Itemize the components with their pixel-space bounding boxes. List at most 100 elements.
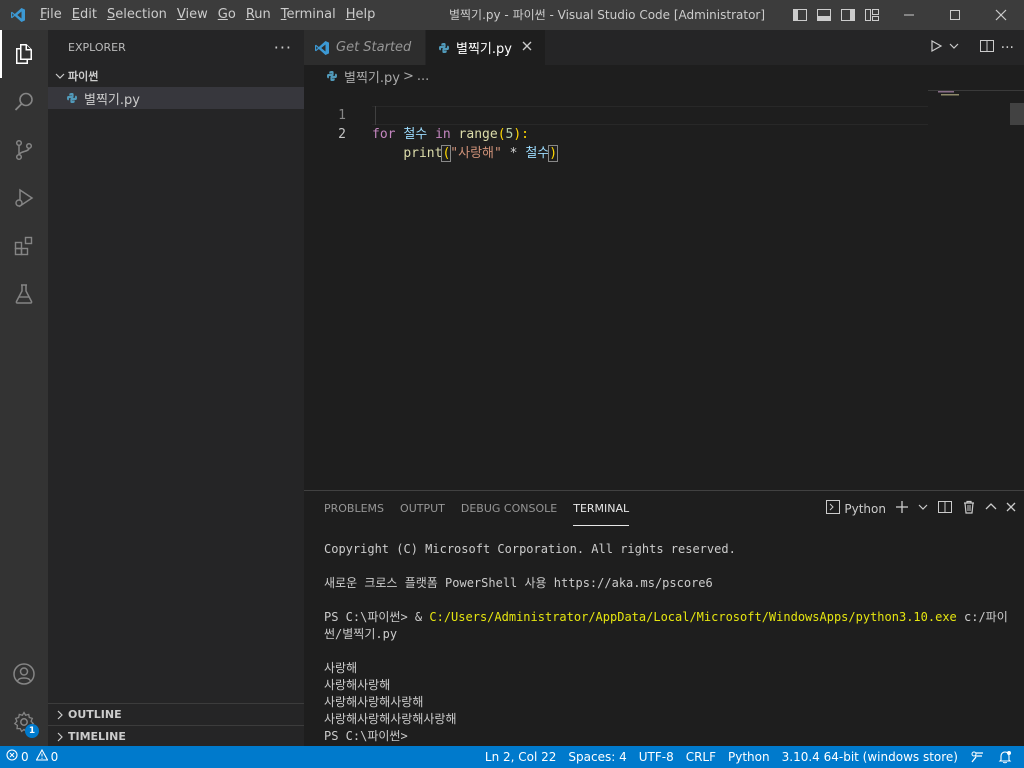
- close-tab-icon[interactable]: [522, 40, 532, 55]
- kill-terminal-trash-icon[interactable]: [962, 500, 976, 518]
- split-editor-icon[interactable]: [979, 38, 995, 58]
- chevron-right-icon: [52, 707, 68, 723]
- minimap[interactable]: [938, 87, 1010, 96]
- terminal-output-line: 사랑해사랑해사랑해: [324, 695, 424, 709]
- title-bar: File Edit Selection View Go Run Terminal…: [0, 0, 1024, 30]
- menu-view[interactable]: View: [172, 4, 213, 26]
- testing-icon[interactable]: [0, 270, 48, 318]
- terminal-selector[interactable]: Python: [826, 500, 886, 517]
- maximize-icon[interactable]: [932, 0, 978, 30]
- split-terminal-icon[interactable]: [937, 499, 953, 519]
- problems-status[interactable]: 0 0: [0, 746, 64, 768]
- manage-gear-icon[interactable]: 1: [0, 698, 48, 746]
- layout-controls: [790, 0, 882, 30]
- tab-label: Get Started: [336, 40, 412, 55]
- chevron-right-icon: [52, 729, 68, 745]
- run-python-file-icon[interactable]: [929, 39, 943, 57]
- editor-scrollbar[interactable]: [1010, 103, 1024, 125]
- menu-go[interactable]: Go: [213, 4, 241, 26]
- error-icon: [6, 746, 18, 768]
- breadcrumb-file[interactable]: 별찍기.py: [344, 67, 400, 86]
- file-label: 별찍기.py: [84, 92, 140, 108]
- new-terminal-plus-icon[interactable]: [895, 500, 909, 518]
- explorer-icon[interactable]: [0, 30, 48, 78]
- terminal-output-line: 사랑해사랑해: [324, 678, 391, 692]
- menu-selection[interactable]: Selection: [102, 4, 172, 26]
- toggle-primary-sidebar-icon[interactable]: [790, 5, 810, 25]
- tab-get-started[interactable]: Get Started: [304, 30, 426, 65]
- timeline-label: TIMELINE: [68, 730, 126, 743]
- toggle-secondary-sidebar-icon[interactable]: [838, 5, 858, 25]
- terminal-line: Copyright (C) Microsoft Corporation. All…: [324, 542, 736, 556]
- menu-run[interactable]: Run: [241, 4, 276, 26]
- indentation[interactable]: Spaces: 4: [562, 746, 632, 768]
- terminal-output-line: 사랑해: [324, 661, 358, 675]
- terminal-icon: [826, 500, 841, 517]
- folder-label: 파이썬: [68, 70, 99, 83]
- tab-star-py[interactable]: 별찍기.py: [426, 30, 546, 65]
- close-panel-icon[interactable]: [1006, 501, 1016, 516]
- menu-bar: File Edit Selection View Go Run Terminal…: [35, 0, 380, 30]
- vscode-tab-icon: [314, 40, 330, 56]
- feedback-icon[interactable]: [964, 746, 992, 768]
- run-and-debug-icon[interactable]: [0, 174, 48, 222]
- customize-layout-icon[interactable]: [862, 5, 882, 25]
- notifications-bell-icon[interactable]: [992, 746, 1018, 768]
- search-icon[interactable]: [0, 78, 48, 126]
- outline-section[interactable]: OUTLINE: [48, 703, 304, 725]
- code-line: 2 print("사랑해" * 철수): [304, 106, 1004, 162]
- outline-label: OUTLINE: [68, 708, 122, 721]
- tab-label: 별찍기.py: [456, 42, 512, 57]
- tab-problems[interactable]: PROBLEMS: [324, 491, 384, 526]
- tab-debug-console[interactable]: DEBUG CONSOLE: [461, 491, 557, 526]
- minimize-icon[interactable]: [886, 0, 932, 30]
- breadcrumb-symbols[interactable]: ...: [417, 69, 429, 84]
- timeline-section[interactable]: TIMELINE: [48, 725, 304, 747]
- panel-actions: Python: [826, 491, 1016, 526]
- more-actions-icon[interactable]: ···: [274, 38, 292, 57]
- line-content: for 철수 in range(5):: [372, 127, 529, 142]
- accounts-icon[interactable]: [0, 650, 48, 698]
- folder-item[interactable]: 파이썬: [48, 65, 304, 87]
- settings-badge: 1: [25, 724, 39, 738]
- python-file-icon: [64, 90, 80, 106]
- line-content: print("사랑해" * 철수): [403, 145, 559, 162]
- run-dropdown-chevron-icon[interactable]: [949, 40, 959, 55]
- status-bar: 0 0 Ln 2, Col 22 Spaces: 4 UTF-8 CRLF Py…: [0, 746, 1024, 768]
- python-interpreter[interactable]: 3.10.4 64-bit (windows store): [776, 746, 964, 768]
- encoding[interactable]: UTF-8: [633, 746, 680, 768]
- editor-actions: ···: [929, 30, 1024, 65]
- breadcrumb: 별찍기.py > ...: [304, 65, 1024, 87]
- terminal-name: Python: [844, 501, 886, 516]
- menu-file[interactable]: File: [35, 4, 67, 26]
- explorer-title: EXPLORER: [68, 41, 126, 54]
- warning-count: 0: [50, 750, 59, 764]
- terminal-command-line: PS C:\파이썬> & C:/Users/Administrator/AppD…: [324, 610, 1008, 624]
- more-actions-icon[interactable]: ···: [1001, 40, 1014, 56]
- file-item[interactable]: 별찍기.py: [48, 87, 304, 109]
- language-mode[interactable]: Python: [722, 746, 776, 768]
- menu-edit[interactable]: Edit: [67, 4, 102, 26]
- tab-output[interactable]: OUTPUT: [400, 491, 445, 526]
- source-control-icon[interactable]: [0, 126, 48, 174]
- menu-terminal[interactable]: Terminal: [276, 4, 341, 26]
- line-number: 2: [338, 127, 346, 142]
- code-editor[interactable]: 1 for 철수 in range(5): 2 print("사랑해" * 철수…: [304, 87, 1024, 490]
- vscode-logo-icon: [0, 0, 35, 30]
- close-window-icon[interactable]: [978, 0, 1024, 30]
- tab-terminal[interactable]: TERMINAL: [573, 491, 630, 526]
- terminal-line: 썬/별찍기.py: [324, 627, 398, 641]
- breadcrumb-separator: >: [402, 68, 414, 84]
- menu-help[interactable]: Help: [341, 4, 381, 26]
- terminal-output[interactable]: Copyright (C) Microsoft Corporation. All…: [324, 541, 1014, 745]
- end-of-line[interactable]: CRLF: [680, 746, 722, 768]
- explorer-sidebar: EXPLORER ··· 파이썬 별찍기.py OUTLINE TIMELINE: [48, 30, 304, 746]
- extensions-icon[interactable]: [0, 222, 48, 270]
- error-count: 0: [21, 750, 29, 764]
- activity-bar: 1: [0, 30, 48, 746]
- toggle-panel-icon[interactable]: [814, 5, 834, 25]
- chevron-down-icon[interactable]: [918, 501, 928, 516]
- python-file-icon: [324, 68, 340, 84]
- maximize-panel-chevron-up-icon[interactable]: [985, 501, 997, 517]
- cursor-position[interactable]: Ln 2, Col 22: [479, 746, 563, 768]
